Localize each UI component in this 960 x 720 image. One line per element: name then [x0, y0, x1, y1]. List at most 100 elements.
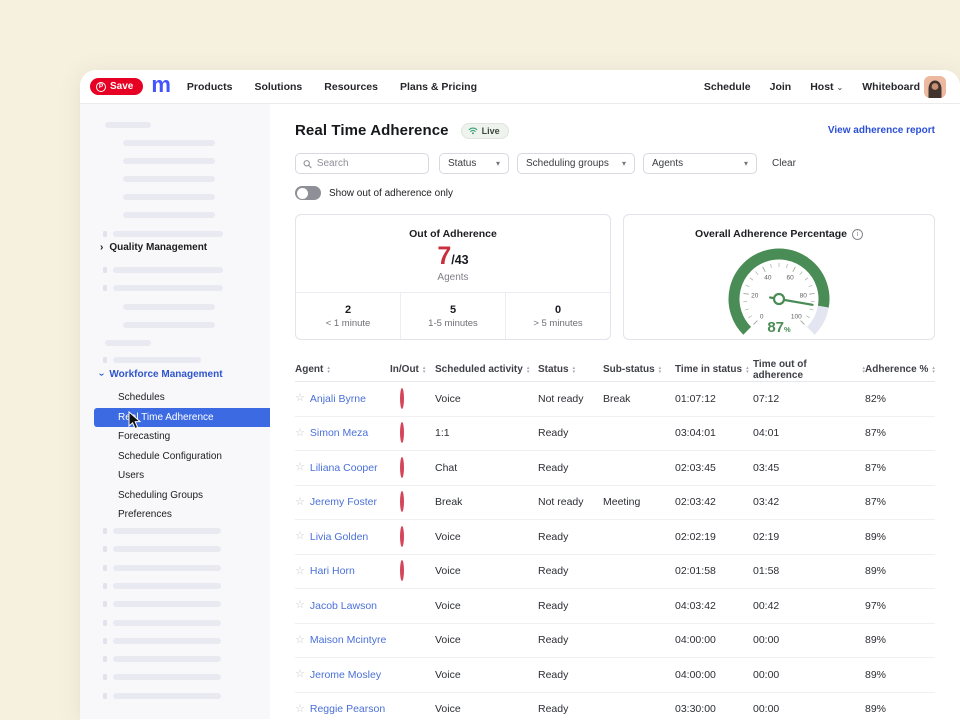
- nav-whiteboard[interactable]: Whiteboard: [862, 81, 920, 93]
- search-input[interactable]: [317, 158, 421, 169]
- column-header-sub-status[interactable]: Sub-status▴▾: [603, 364, 675, 375]
- star-icon[interactable]: ☆: [295, 600, 305, 611]
- agent-name-link[interactable]: Jeremy Foster: [310, 496, 377, 508]
- table-row[interactable]: ☆Maison McintyreVoiceReady04:00:0000:008…: [295, 624, 935, 659]
- agent-name-link[interactable]: Livia Golden: [310, 531, 368, 543]
- column-header-label: Scheduled activity: [435, 364, 523, 375]
- nav-products[interactable]: Products: [187, 81, 233, 93]
- table-row[interactable]: ☆Jeremy FosterBreakNot readyMeeting02:03…: [295, 486, 935, 521]
- agent-name-link[interactable]: Liliana Cooper: [310, 462, 378, 474]
- skeleton-bar: [113, 565, 221, 571]
- table-row[interactable]: ☆Jacob LawsonVoiceReady04:03:4200:4297%: [295, 589, 935, 624]
- sidebar-item-quality-management[interactable]: › Quality Management: [100, 240, 207, 254]
- sidebar-item-real-time-adherence[interactable]: Real Time Adherence: [94, 408, 270, 428]
- svg-text:20: 20: [751, 293, 759, 300]
- in-out-cell: [390, 597, 435, 615]
- skeleton-bar: [113, 693, 221, 699]
- column-header-agent[interactable]: Agent▴▾: [295, 364, 390, 375]
- sidebar-item-scheduling-groups[interactable]: Scheduling Groups: [80, 486, 270, 506]
- chevron-down-icon: ›: [96, 372, 107, 375]
- sidebar-item-preferences[interactable]: Preferences: [80, 505, 270, 525]
- sidebar-item-workforce-management[interactable]: › Workforce Management: [100, 367, 223, 381]
- agent-cell: ☆ Anjali Byrne: [295, 393, 390, 405]
- info-icon[interactable]: i: [852, 229, 863, 240]
- agents-dropdown-value: Agents: [652, 158, 683, 169]
- table-row[interactable]: ☆Reggie PearsonVoiceReady03:30:0000:0089…: [295, 693, 935, 720]
- pinterest-save-button[interactable]: P Save: [90, 78, 143, 95]
- view-adherence-report-link[interactable]: View adherence report: [828, 125, 935, 136]
- bucket-label: 1-5 minutes: [428, 318, 478, 329]
- adherence-bucket: 2< 1 minute: [296, 293, 400, 339]
- table-row[interactable]: ☆Livia GoldenVoiceReady02:02:1902:1989%: [295, 520, 935, 555]
- avatar[interactable]: [924, 76, 946, 98]
- nav-host[interactable]: Host⌄: [810, 81, 843, 93]
- miro-logo[interactable]: m: [151, 74, 171, 96]
- sidebar-item-schedules[interactable]: Schedules: [80, 388, 270, 408]
- table-row[interactable]: ☆Simon Meza1:1Ready03:04:0104:0187%: [295, 417, 935, 452]
- column-header-adherence[interactable]: Adherence %▴▾: [865, 364, 935, 375]
- agent-name-link[interactable]: Reggie Pearson: [310, 703, 385, 715]
- agent-name-link[interactable]: Jerome Mosley: [310, 669, 381, 681]
- star-icon[interactable]: ☆: [295, 393, 305, 404]
- skeleton-bar: [113, 674, 221, 680]
- star-icon[interactable]: ☆: [295, 462, 305, 473]
- sidebar-item-users[interactable]: Users: [80, 466, 270, 486]
- star-icon[interactable]: ☆: [295, 497, 305, 508]
- agent-name-link[interactable]: Maison Mcintyre: [310, 634, 386, 646]
- column-header-in-out[interactable]: In/Out▴▾: [390, 364, 435, 375]
- star-icon[interactable]: ☆: [295, 669, 305, 680]
- cell-time-in-status: 03:04:01: [675, 427, 753, 439]
- table-row[interactable]: ☆Hari HornVoiceReady02:01:5801:5889%: [295, 555, 935, 590]
- adherence-bucket: 0> 5 minutes: [505, 293, 610, 339]
- skeleton-bar: [113, 285, 223, 291]
- column-header-time-out-of-adherence[interactable]: Time out of adherence▴▾: [753, 359, 865, 381]
- agent-name-link[interactable]: Simon Meza: [310, 427, 368, 439]
- star-icon[interactable]: ☆: [295, 428, 305, 439]
- agent-name-link[interactable]: Jacob Lawson: [310, 600, 377, 612]
- agent-name-link[interactable]: Hari Horn: [310, 565, 355, 577]
- cell-time-in-status: 02:01:58: [675, 565, 753, 577]
- column-header-scheduled-activity[interactable]: Scheduled activity▴▾: [435, 364, 538, 375]
- star-icon[interactable]: ☆: [295, 635, 305, 646]
- agent-cell: ☆ Livia Golden: [295, 531, 390, 543]
- table-row[interactable]: ☆Anjali ByrneVoiceNot readyBreak01:07:12…: [295, 382, 935, 417]
- column-header-time-in-status[interactable]: Time in status▴▾: [675, 364, 753, 375]
- skeleton-tick: [103, 583, 107, 589]
- nav-schedule[interactable]: Schedule: [704, 81, 751, 93]
- nav-solutions[interactable]: Solutions: [254, 81, 302, 93]
- show-out-of-adherence-toggle[interactable]: [295, 186, 321, 200]
- agents-dropdown[interactable]: Agents▾: [643, 153, 757, 174]
- table-row[interactable]: ☆Liliana CooperChatReady02:03:4503:4587%: [295, 451, 935, 486]
- column-header-label: In/Out: [390, 364, 419, 375]
- sidebar-item-forecasting[interactable]: Forecasting: [80, 427, 270, 447]
- toggle-label: Show out of adherence only: [329, 188, 453, 199]
- star-icon[interactable]: ☆: [295, 704, 305, 715]
- status-dot-out: [400, 526, 404, 547]
- workforce-management-menu: SchedulesReal Time AdherenceForecastingS…: [80, 388, 270, 525]
- column-header-label: Time in status: [675, 364, 742, 375]
- agent-name-link[interactable]: Anjali Byrne: [310, 393, 366, 405]
- status-dot-out: [400, 422, 404, 443]
- cell-time-out-of-adherence: 03:45: [753, 462, 865, 474]
- clear-filters-button[interactable]: Clear: [772, 158, 796, 169]
- skeleton-tick: [103, 656, 107, 662]
- scheduling-groups-dropdown[interactable]: Scheduling groups▾: [517, 153, 635, 174]
- status-dropdown[interactable]: Status▾: [439, 153, 509, 174]
- sort-icon: ▴▾: [573, 366, 576, 374]
- svg-text:60: 60: [786, 275, 794, 282]
- cell-adherence: 87%: [865, 462, 935, 474]
- scheduling-groups-dropdown-value: Scheduling groups: [526, 158, 609, 169]
- star-icon[interactable]: ☆: [295, 531, 305, 542]
- cell-adherence: 89%: [865, 531, 935, 543]
- nav-resources[interactable]: Resources: [324, 81, 378, 93]
- nav-plans-pricing[interactable]: Plans & Pricing: [400, 81, 477, 93]
- nav-join[interactable]: Join: [770, 81, 792, 93]
- table-row[interactable]: ☆Jerome MosleyVoiceReady04:00:0000:0089%: [295, 658, 935, 693]
- sidebar-item-schedule-configuration[interactable]: Schedule Configuration: [80, 447, 270, 467]
- column-header-status[interactable]: Status▴▾: [538, 364, 603, 375]
- skeleton-tick: [103, 267, 107, 273]
- star-icon[interactable]: ☆: [295, 566, 305, 577]
- nav-right-links: Schedule Join Host⌄ Whiteboard: [704, 81, 920, 93]
- cell-status: Ready: [538, 427, 603, 439]
- cell-time-in-status: 02:03:42: [675, 496, 753, 508]
